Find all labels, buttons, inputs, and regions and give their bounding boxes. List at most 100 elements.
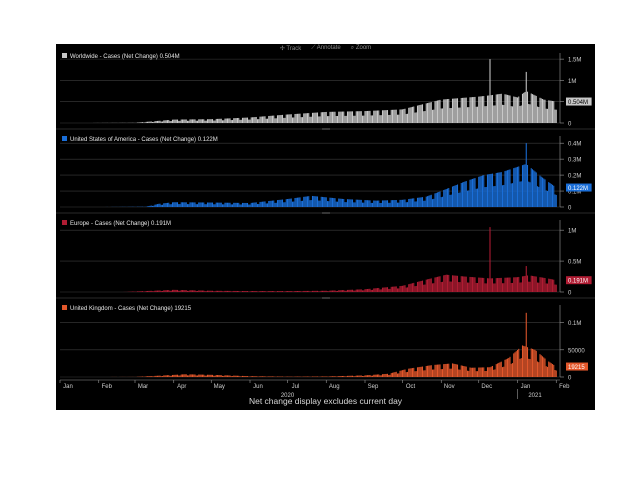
data-bar	[200, 119, 202, 123]
data-bar	[399, 109, 401, 123]
data-bar	[406, 371, 409, 377]
data-bar	[546, 366, 549, 377]
data-bar	[360, 375, 362, 377]
data-bar	[194, 119, 196, 123]
data-bar	[379, 115, 381, 123]
data-bar	[501, 104, 504, 123]
data-bar	[503, 366, 505, 377]
data-bar	[401, 285, 404, 292]
data-bar	[219, 290, 221, 292]
data-bar	[350, 111, 352, 123]
data-bar	[294, 113, 296, 123]
track-button[interactable]: ✢ Track	[280, 45, 301, 52]
data-bar	[440, 369, 442, 377]
data-bar	[274, 202, 276, 207]
data-bar	[505, 170, 507, 207]
data-bar	[236, 375, 239, 377]
data-bar	[330, 290, 332, 292]
data-bar	[295, 291, 297, 292]
data-bar	[411, 368, 414, 377]
annotate-button[interactable]: ⟋ Annotate	[311, 45, 341, 52]
data-bar	[443, 99, 445, 123]
data-bar	[271, 291, 274, 292]
data-bar	[358, 375, 360, 377]
data-bar	[486, 367, 489, 377]
data-bar	[375, 288, 377, 292]
data-bar	[438, 276, 440, 292]
data-bar	[160, 376, 162, 377]
data-bar	[213, 375, 215, 377]
data-bar	[461, 97, 464, 123]
data-bar	[231, 376, 234, 377]
data-bar	[229, 375, 231, 377]
data-bar	[481, 367, 484, 377]
data-bar	[320, 290, 322, 292]
data-bar	[150, 290, 152, 292]
data-bar	[531, 348, 534, 377]
data-bar	[423, 370, 425, 377]
data-bar	[389, 374, 391, 377]
data-bar	[385, 200, 387, 207]
data-bar	[448, 274, 450, 292]
data-bar	[469, 97, 471, 123]
data-bar	[140, 122, 142, 123]
data-bar	[280, 291, 282, 292]
data-bar	[195, 120, 197, 123]
data-bar	[339, 290, 341, 292]
data-bar	[176, 374, 179, 377]
data-bar	[219, 375, 221, 377]
data-bar	[196, 120, 199, 123]
data-bar	[549, 278, 551, 292]
data-bar	[463, 97, 465, 123]
data-bar	[314, 196, 316, 207]
data-bar	[329, 290, 331, 292]
data-bar	[276, 115, 279, 123]
data-bar	[528, 181, 530, 207]
data-bar	[466, 282, 469, 292]
zoom-button[interactable]: ⌕ Zoom	[351, 45, 371, 52]
data-bar	[466, 370, 469, 377]
data-bar	[290, 198, 292, 207]
data-bar	[228, 202, 230, 207]
data-bar	[255, 376, 257, 377]
data-bar	[483, 367, 485, 377]
data-bar	[236, 290, 239, 292]
data-bar	[535, 276, 537, 292]
x-tick-label: Apr	[177, 384, 186, 390]
data-bar	[225, 290, 227, 292]
data-bar	[319, 200, 321, 207]
data-bar	[215, 290, 217, 292]
data-bar	[510, 363, 512, 377]
data-bar	[458, 107, 460, 123]
data-bar	[253, 202, 255, 207]
data-bar	[236, 118, 239, 123]
data-bar	[413, 106, 415, 123]
data-bar	[219, 202, 221, 207]
panel-worldwide: 00.5M1M1.5MWorldwide - Cases (Net Change…	[56, 53, 595, 130]
data-bar	[353, 290, 355, 292]
data-bar	[373, 288, 375, 292]
data-bar	[254, 202, 256, 207]
data-bar	[456, 98, 459, 123]
data-bar	[234, 375, 236, 377]
data-bar	[306, 196, 309, 207]
data-bar	[269, 291, 271, 292]
data-bar	[515, 277, 517, 292]
data-bar	[478, 277, 480, 292]
data-bar	[331, 376, 334, 377]
data-bar	[258, 203, 260, 207]
data-bar	[208, 290, 210, 292]
data-bar	[368, 375, 370, 377]
data-bar	[338, 111, 340, 123]
data-bar	[355, 199, 357, 207]
data-bar	[434, 193, 436, 207]
data-bar	[469, 179, 471, 207]
data-bar	[180, 374, 182, 377]
data-bar	[183, 290, 185, 292]
data-bar	[181, 374, 184, 377]
data-bar	[328, 291, 330, 292]
data-bar	[475, 371, 477, 377]
data-bar	[383, 287, 385, 292]
data-bar	[326, 291, 329, 292]
data-bar	[491, 94, 494, 123]
